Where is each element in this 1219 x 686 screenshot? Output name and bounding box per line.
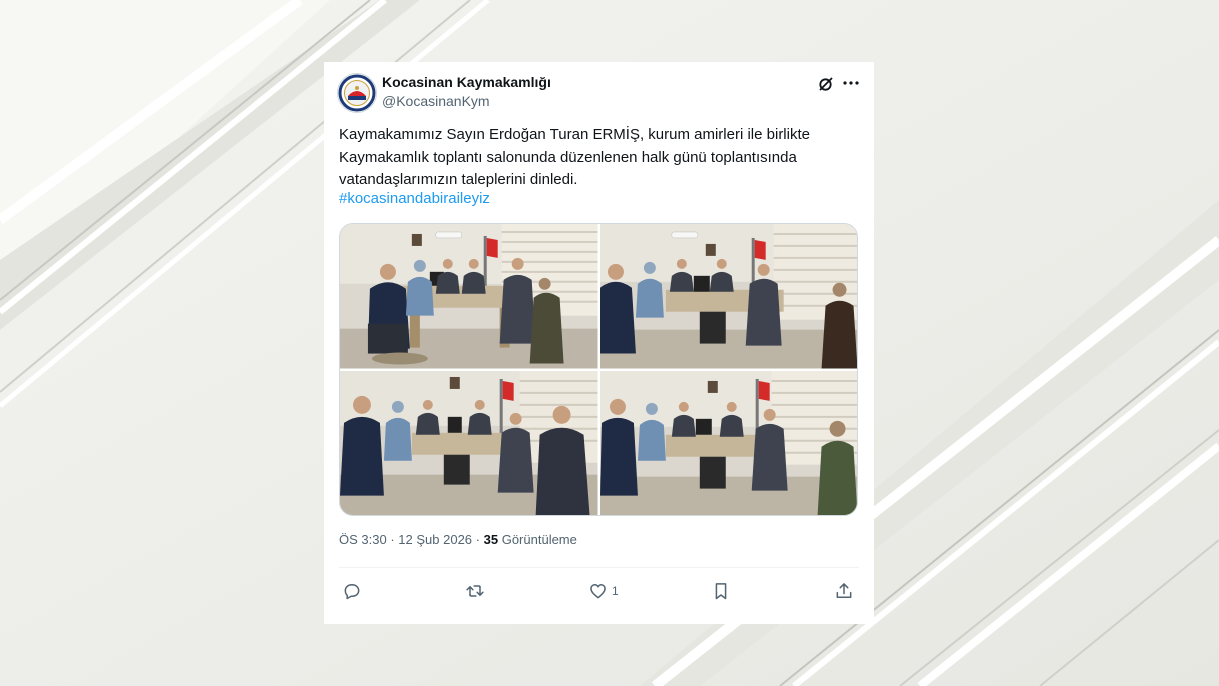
share-icon (836, 583, 852, 598)
like-button[interactable]: 1 (588, 580, 619, 602)
reply-icon (344, 584, 360, 600)
retweet-icon (466, 585, 484, 597)
bookmark-icon (715, 583, 727, 600)
divider (339, 567, 859, 568)
tweet-meta: ÖS 3:30 · 12 Şub 2026 · 35 Görüntüleme (339, 532, 577, 547)
views-count: 35 (483, 532, 499, 547)
share-button[interactable] (834, 580, 854, 602)
kaymakamlik-emblem-icon (338, 74, 376, 112)
hashtag-link[interactable]: #kocasinandabiraileyiz (339, 190, 490, 207)
meta-separator: · (475, 532, 480, 547)
user-name[interactable]: Kocasinan Kaymakamlığı (382, 74, 551, 90)
tweet-text-line: Kaymakamlık toplantı salonunda düzenlene… (339, 148, 797, 166)
tweet-card: Kocasinan Kaymakamlığı @KocasinanKym Kay… (324, 62, 874, 624)
tweet-text: Kaymakamımız Sayın Erdoğan Turan ERMİŞ, … (339, 124, 849, 192)
bookmark-button[interactable] (711, 580, 731, 602)
meeting-photo-3[interactable] (340, 370, 598, 515)
tweet-time[interactable]: ÖS 3:30 (339, 532, 387, 547)
meeting-photo-4[interactable] (599, 370, 857, 515)
tweet-text-line: vatandaşlarımızın taleplerini dinledi. (339, 171, 578, 188)
media-grid (339, 223, 858, 516)
tweet-text-line: Kaymakamımız Sayın Erdoğan Turan ERMİŞ, … (339, 126, 810, 143)
more-options-icon[interactable] (840, 73, 862, 93)
meeting-photo-1[interactable] (340, 224, 598, 369)
reply-button[interactable] (342, 580, 362, 602)
views-label: Görüntüleme (501, 532, 577, 547)
meta-separator: · (390, 532, 395, 547)
tweet-date[interactable]: 12 Şub 2026 (398, 532, 472, 547)
grok-icon[interactable] (817, 75, 835, 93)
meeting-photo-2[interactable] (599, 224, 857, 369)
heart-icon (590, 584, 606, 599)
retweet-button[interactable] (465, 580, 485, 602)
like-count: 1 (612, 584, 619, 598)
avatar[interactable] (337, 73, 377, 113)
user-handle[interactable]: @KocasinanKym (382, 93, 490, 109)
